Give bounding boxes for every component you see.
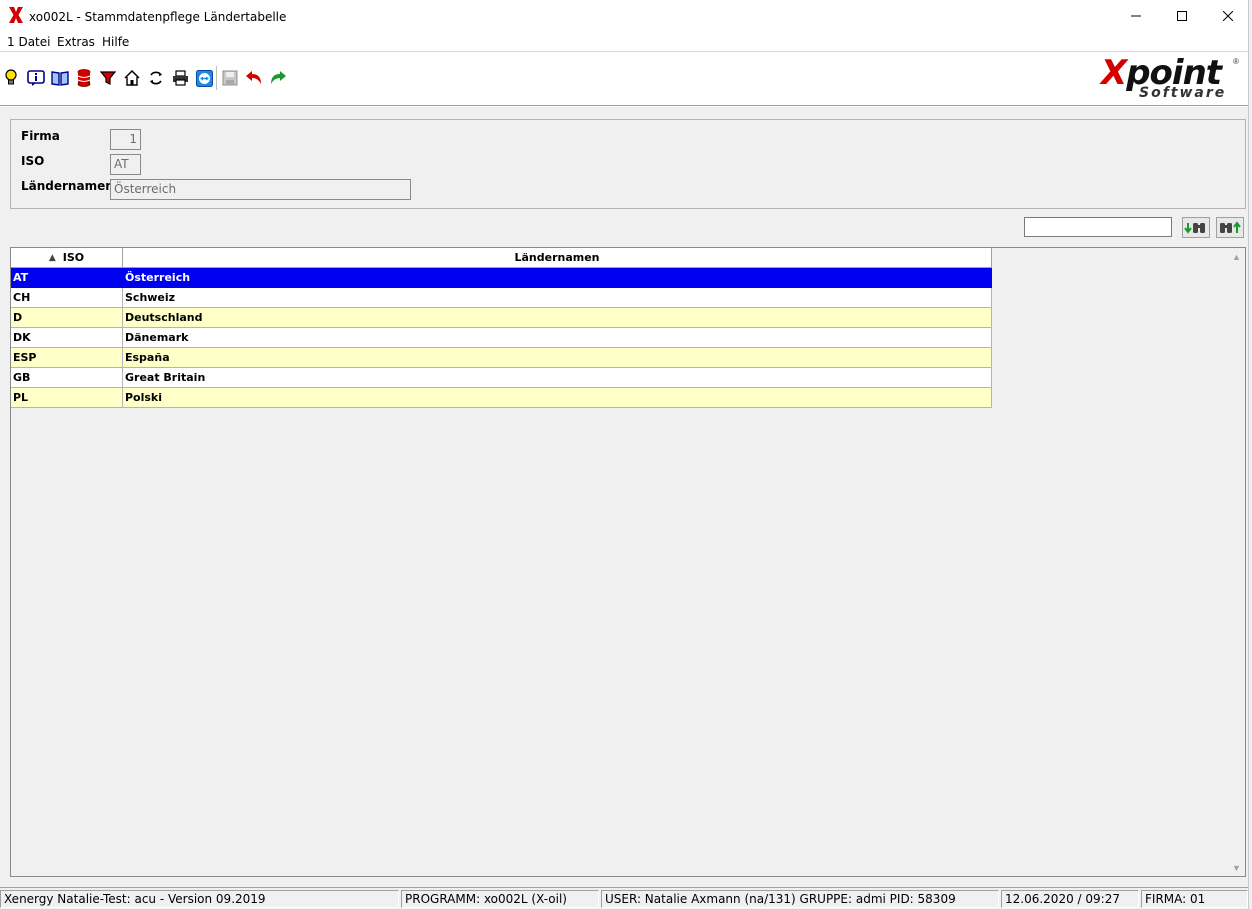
iso-label: ISO (21, 154, 45, 168)
iso-cell: DK (11, 328, 123, 348)
title-bar: xo002L - Stammdatenpflege Ländertabelle (0, 0, 1252, 32)
remote-support-button[interactable] (194, 68, 214, 88)
window-right-edge (1248, 0, 1252, 909)
table-row[interactable]: GB Great Britain (11, 368, 992, 388)
table-row[interactable]: ESP España (11, 348, 992, 368)
database-icon (77, 69, 91, 87)
filter-icon (100, 71, 116, 85)
iso-cell: AT (11, 268, 123, 288)
name-cell: Great Britain (123, 368, 992, 388)
toolbar: Xpoint Software ® (0, 52, 1252, 106)
table-row[interactable]: PL Polski (11, 388, 992, 408)
binoculars-up-icon (1220, 220, 1241, 233)
refresh-icon (150, 71, 162, 85)
status-firma: FIRMA: 01 (1141, 890, 1248, 908)
iso-cell: CH (11, 288, 123, 308)
sort-ascending-icon: ▲ (48, 252, 56, 263)
maximize-button[interactable] (1159, 0, 1205, 32)
xpoint-x-icon (9, 7, 23, 23)
name-cell: Dänemark (123, 328, 992, 348)
help-tip-button[interactable] (1, 68, 21, 88)
table-header: ▲ ISO Ländernamen (11, 248, 992, 268)
iso-cell: GB (11, 368, 123, 388)
redo-button[interactable] (268, 68, 288, 88)
column-header-iso-label: ISO (62, 251, 85, 264)
name-cell: España (123, 348, 992, 368)
teamviewer-icon (195, 69, 213, 87)
filter-button[interactable] (98, 68, 118, 88)
manual-button[interactable] (50, 68, 70, 88)
menu-bar: 1 Datei Extras Hilfe (0, 32, 1252, 52)
find-next-button[interactable] (1182, 217, 1210, 238)
database-button[interactable] (74, 68, 94, 88)
save-icon (222, 70, 238, 86)
redo-icon (271, 71, 286, 84)
home-icon (124, 70, 140, 86)
column-header-laendernamen-label: Ländernamen (514, 251, 600, 264)
menu-extras[interactable]: Extras (57, 35, 95, 49)
window-title: xo002L - Stammdatenpflege Ländertabelle (29, 10, 287, 24)
vertical-scrollbar[interactable]: ▲ ▼ (1228, 248, 1245, 876)
status-bar: Xenergy Natalie-Test: acu - Version 09.2… (0, 887, 1252, 909)
lightbulb-icon (5, 69, 17, 85)
iso-cell: ESP (11, 348, 123, 368)
name-cell: Polski (123, 388, 992, 408)
laendernamen-field[interactable]: Österreich (110, 179, 411, 200)
column-header-iso[interactable]: ▲ ISO (11, 248, 123, 268)
print-button[interactable] (170, 68, 190, 88)
status-user: USER: Natalie Axmann (na/131) GRUPPE: ad… (601, 890, 999, 908)
undo-button[interactable] (244, 68, 264, 88)
scroll-down-icon[interactable]: ▼ (1228, 859, 1245, 876)
firma-field[interactable]: 1 (110, 129, 141, 150)
table-body: AT Österreich CH Schweiz D Deutschland D… (11, 268, 992, 408)
logo-x-letter: X (1101, 53, 1127, 93)
undo-icon (246, 71, 261, 84)
laendernamen-label: Ländernamen (21, 179, 114, 193)
name-cell: Schweiz (123, 288, 992, 308)
table-row[interactable]: CH Schweiz (11, 288, 992, 308)
column-header-laendernamen[interactable]: Ländernamen (123, 248, 992, 268)
print-icon (172, 70, 188, 86)
info-button[interactable] (26, 68, 46, 88)
find-previous-button[interactable] (1216, 217, 1244, 238)
binoculars-down-icon (1184, 222, 1205, 234)
detail-panel: Firma 1 ISO AT Ländernamen Österreich (10, 119, 1246, 209)
info-icon (27, 69, 45, 86)
maximize-icon (1177, 11, 1187, 21)
save-button[interactable] (220, 68, 240, 88)
close-icon (1223, 11, 1233, 21)
home-button[interactable] (122, 68, 142, 88)
country-table: ▲ ISO Ländernamen AT Österreich CH Schwe… (10, 247, 1246, 877)
table-row[interactable]: DK Dänemark (11, 328, 992, 348)
iso-cell: PL (11, 388, 123, 408)
scroll-up-icon[interactable]: ▲ (1228, 248, 1245, 265)
book-icon (51, 71, 69, 86)
firma-label: Firma (21, 129, 60, 143)
menu-datei[interactable]: 1 Datei (7, 35, 50, 49)
status-datetime: 12.06.2020 / 09:27 (1001, 890, 1139, 908)
status-version: Xenergy Natalie-Test: acu - Version 09.2… (0, 890, 399, 908)
search-input[interactable] (1024, 217, 1172, 237)
minimize-icon (1131, 15, 1141, 17)
refresh-button[interactable] (146, 68, 166, 88)
iso-cell: D (11, 308, 123, 328)
minimize-button[interactable] (1113, 0, 1159, 32)
status-program: PROGRAMM: xo002L (X-oil) (401, 890, 599, 908)
table-row[interactable]: AT Österreich (11, 268, 992, 288)
table-row[interactable]: D Deutschland (11, 308, 992, 328)
menu-hilfe[interactable]: Hilfe (102, 35, 129, 49)
logo-registered-mark: ® (1233, 57, 1239, 66)
close-button[interactable] (1205, 0, 1251, 32)
main-area: Firma 1 ISO AT Ländernamen Österreich ▲ … (0, 107, 1252, 887)
iso-field[interactable]: AT (110, 154, 141, 175)
xpoint-logo: Xpoint Software ® (1099, 55, 1241, 103)
toolbar-separator (216, 66, 217, 90)
logo-subtitle: Software (1139, 85, 1227, 101)
name-cell: Deutschland (123, 308, 992, 328)
name-cell: Österreich (123, 268, 992, 288)
